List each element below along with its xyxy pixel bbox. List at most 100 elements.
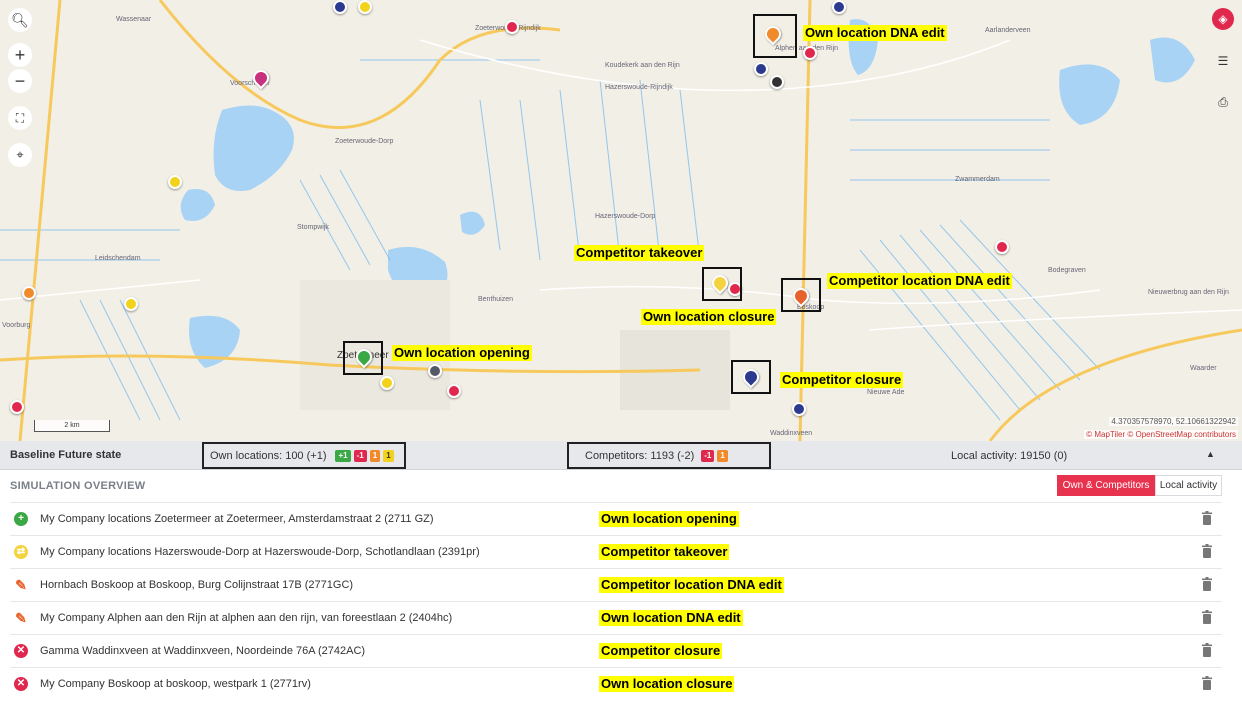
simulation-row-text: My Company Boskoop at boskoop, westpark … (40, 678, 311, 690)
place-label: Aarlanderveen (985, 27, 1031, 34)
fullscreen-icon: ⛶ (15, 110, 25, 125)
layers-icon: ◈ (1218, 12, 1228, 26)
annotation-competitor-dna-edit: Competitor location DNA edit (827, 273, 1012, 289)
location-marker[interactable] (428, 364, 442, 378)
trash-icon[interactable] (1201, 511, 1213, 525)
highlight-box-own-dna-edit (753, 14, 797, 58)
simulation-row[interactable]: ✕ Gamma Waddinxveen at Waddinxveen, Noor… (10, 634, 1222, 667)
annotation-label: Competitor takeover (599, 544, 730, 560)
simulation-row[interactable]: + My Company locations Zoetermeer at Zoe… (10, 502, 1222, 535)
place-label: Leidschendam (95, 255, 141, 262)
lake (180, 189, 215, 221)
badge-edited: 1 (369, 449, 381, 462)
search-icon: 🔍︎ (11, 11, 29, 28)
own-locations-count: Own locations: 100 (+1) (210, 449, 327, 462)
simulation-row[interactable]: ✕ My Company Boskoop at boskoop, westpar… (10, 667, 1222, 700)
simulation-row[interactable]: ⇄ My Company locations Hazerswoude-Dorp … (10, 535, 1222, 568)
place-label: Nieuwerbrug aan den Rijn (1148, 289, 1229, 296)
badge-takeover: 1 (383, 449, 394, 462)
competitors-summary: Competitors: 1193 (-2) -1 1 (567, 442, 771, 469)
place-label: Hazerswoude-Rijndijk (605, 84, 673, 91)
location-marker[interactable] (380, 376, 394, 390)
annotation-own-dna-edit: Own location DNA edit (803, 25, 947, 41)
list-icon: ☰ (1217, 54, 1229, 68)
overview-title: SIMULATION OVERVIEW (10, 480, 146, 492)
place-label: Waarder (1190, 365, 1217, 372)
highlight-box-competitor-closure (731, 360, 771, 394)
crosshair-icon: ⌖ (16, 147, 24, 162)
location-marker[interactable] (792, 402, 806, 416)
close-circle-icon: ✕ (14, 677, 28, 691)
location-marker[interactable] (995, 240, 1009, 254)
fullscreen-button[interactable]: ⛶ (8, 106, 32, 130)
zoom-in-button[interactable]: + (8, 43, 32, 67)
location-marker[interactable] (754, 62, 768, 76)
location-marker[interactable] (803, 46, 817, 60)
location-marker[interactable] (832, 0, 846, 14)
minus-icon: − (14, 70, 26, 91)
toggle-own-competitors[interactable]: Own & Competitors (1057, 475, 1155, 496)
lake (213, 105, 294, 191)
annotation-label: Own location opening (599, 511, 739, 527)
lake (460, 211, 485, 235)
trash-icon[interactable] (1201, 676, 1213, 690)
layers-button[interactable]: ◈ (1212, 8, 1234, 30)
pencil-icon: ✎ (15, 577, 27, 593)
annotation-label: Competitor closure (599, 643, 723, 659)
competitors-count: Competitors: 1193 (-2) (585, 449, 695, 462)
simulation-row[interactable]: ✎ Hornbach Boskoop at Boskoop, Burg Coli… (10, 568, 1222, 601)
print-button[interactable]: ⎙ (1212, 91, 1234, 113)
annotation-competitor-takeover: Competitor takeover (574, 245, 705, 261)
location-marker[interactable] (505, 20, 519, 34)
highlight-box-competitor-dna-edit (781, 278, 821, 312)
lake (1150, 37, 1195, 83)
own-locations-summary: Own locations: 100 (+1) +1 -1 1 1 (202, 442, 406, 469)
badge-closed: -1 (353, 449, 367, 462)
coordinate-readout: 4.370357578970, 52.10661322942 (1109, 417, 1238, 426)
simulation-row[interactable]: ✎ My Company Alphen aan den Rijn at alph… (10, 601, 1222, 634)
map-attribution[interactable]: © MapTiler © OpenStreetMap contributors (1084, 430, 1238, 439)
place-label: Koudekerk aan den Rijn (605, 62, 680, 69)
trash-icon[interactable] (1201, 643, 1213, 657)
list-button[interactable]: ☰ (1212, 50, 1234, 72)
simulation-overview-panel: SIMULATION OVERVIEW Own & Competitors Lo… (0, 470, 1242, 708)
map-view[interactable]: Wassenaar Voorschoten Zoeterwoude-Rijndi… (0, 0, 1242, 441)
place-label: Zwammerdam (955, 176, 1000, 183)
zoom-out-button[interactable]: − (8, 69, 32, 93)
location-marker[interactable] (124, 297, 138, 311)
place-label: Wassenaar (116, 16, 152, 23)
badge-edited: 1 (717, 449, 728, 462)
place-label: Hazerswoude-Dorp (595, 213, 656, 220)
simulation-row-text: Gamma Waddinxveen at Waddinxveen, Noorde… (40, 645, 366, 657)
location-marker[interactable] (358, 0, 372, 14)
location-marker[interactable] (168, 175, 182, 189)
location-marker[interactable] (333, 0, 347, 14)
annotation-own-opening: Own location opening (392, 345, 532, 361)
location-marker[interactable] (447, 384, 461, 398)
highlight-box-takeover-closure (702, 267, 742, 301)
trash-icon[interactable] (1201, 577, 1213, 591)
locate-button[interactable]: ⌖ (8, 143, 32, 167)
trash-icon[interactable] (1201, 544, 1213, 558)
trash-icon[interactable] (1201, 610, 1213, 624)
location-marker[interactable] (770, 75, 784, 89)
scenario-status-bar: Baseline Future state Own locations: 100… (0, 441, 1242, 470)
simulation-row-text: My Company Alphen aan den Rijn at alphen… (40, 612, 453, 624)
search-button[interactable]: 🔍︎ (8, 8, 32, 32)
badge-closed: -1 (701, 449, 715, 462)
collapse-toggle-icon[interactable]: ▲ (1206, 449, 1215, 459)
scale-bar: 2 km (34, 420, 110, 432)
annotation-label: Own location DNA edit (599, 610, 743, 626)
location-marker[interactable] (22, 286, 36, 300)
location-marker[interactable] (10, 400, 24, 414)
plus-circle-icon: + (14, 512, 28, 526)
simulation-row-text: Hornbach Boskoop at Boskoop, Burg Colijn… (40, 579, 354, 591)
lake (1059, 64, 1120, 125)
place-label: Bodegraven (1048, 267, 1086, 274)
simulation-row-text: My Company locations Zoetermeer at Zoete… (40, 513, 434, 525)
canal-lines (0, 59, 1101, 421)
place-label: Voorburg (2, 322, 31, 329)
place-label: Zoeterwoude-Dorp (335, 138, 394, 145)
toggle-local-activity[interactable]: Local activity (1155, 475, 1222, 496)
local-activity-summary: Local activity: 19150 (0) (951, 450, 1068, 462)
